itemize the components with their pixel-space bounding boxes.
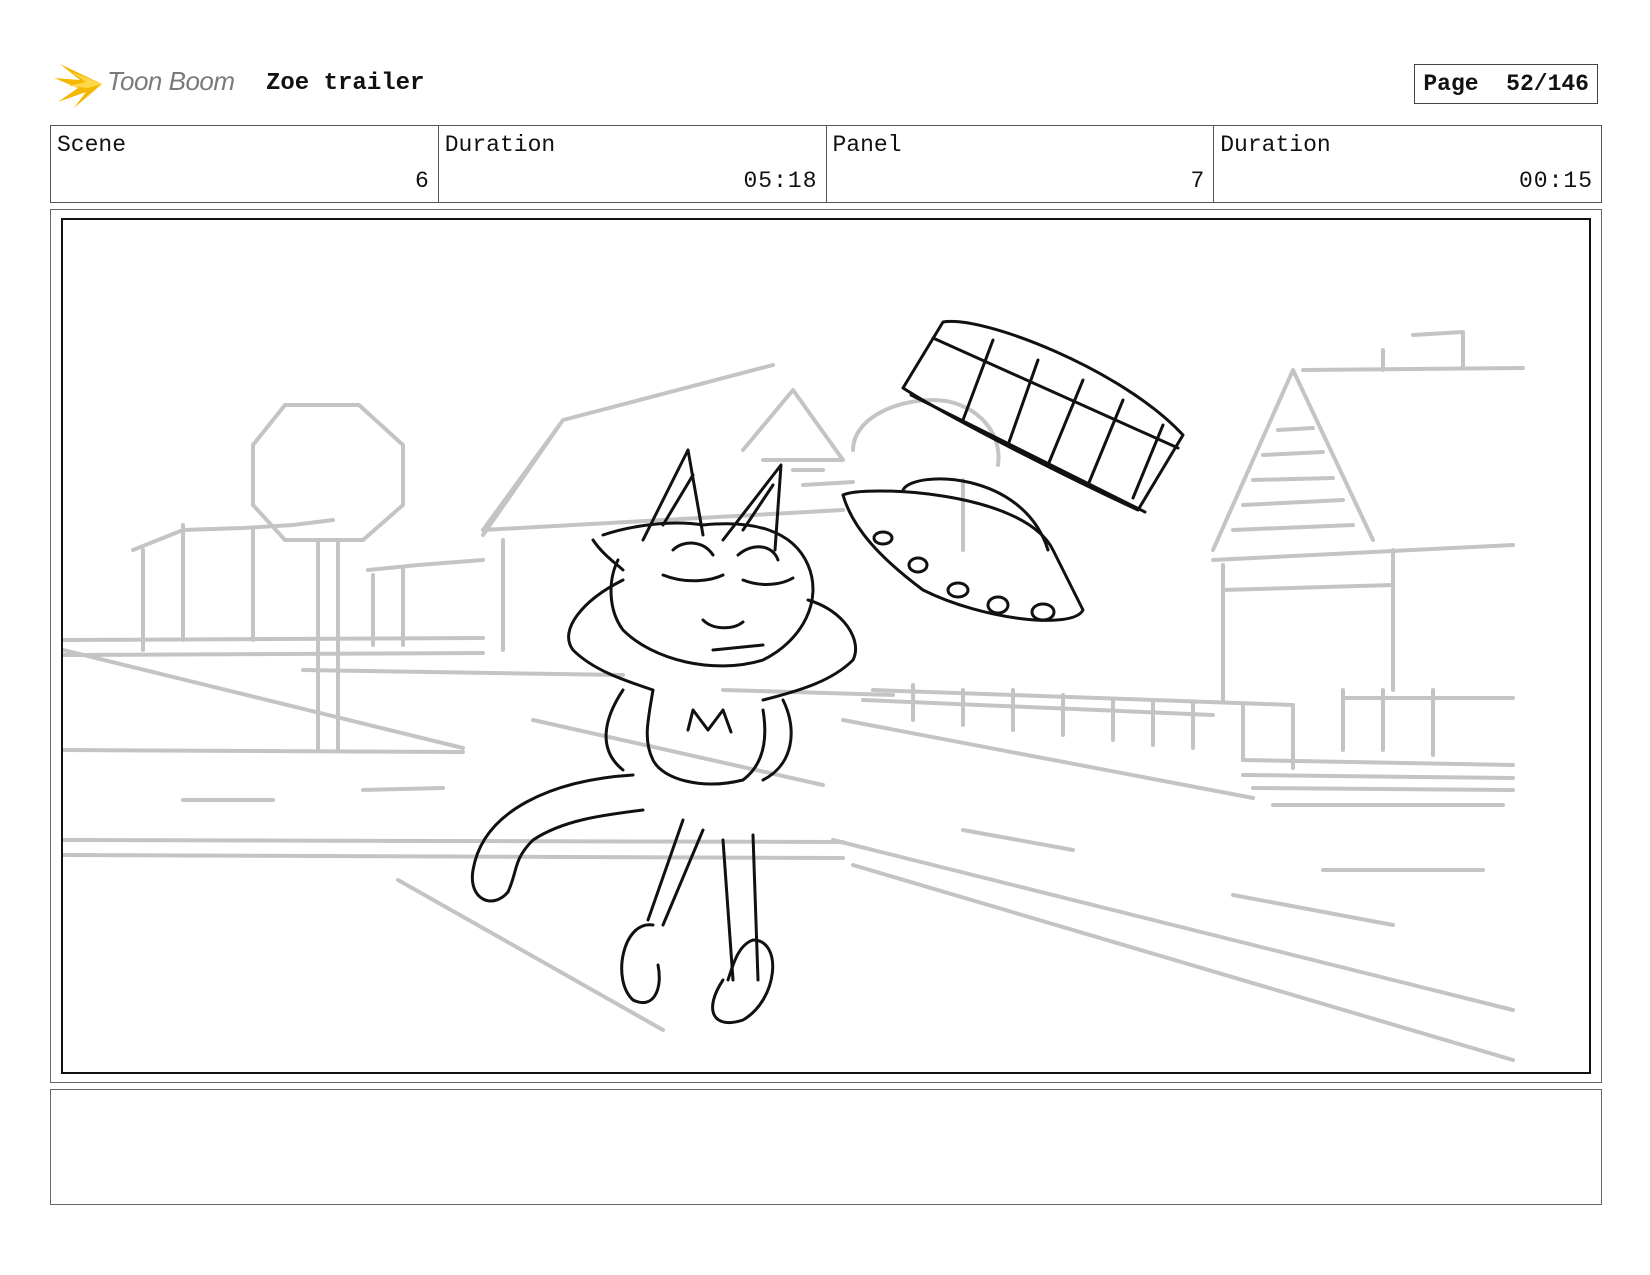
tree <box>851 398 1001 552</box>
page-indicator: Page 52/146 <box>1414 64 1598 104</box>
info-table: Scene 6 Duration 05:18 Panel 7 Duration … <box>50 125 1602 203</box>
scene-duration-label: Duration <box>444 132 556 158</box>
center-house <box>481 363 855 652</box>
foreground-sketch <box>470 319 1185 1025</box>
page-label: Page <box>1423 71 1479 97</box>
panel-label: Panel <box>832 132 902 158</box>
toon-boom-logo: Toon Boom <box>52 58 252 108</box>
right-house <box>1211 330 1525 702</box>
scene-duration-value: 05:18 <box>743 168 818 194</box>
panel-duration-cell: Duration 00:15 <box>1214 126 1601 202</box>
panel-cell: Panel 7 <box>827 126 1215 202</box>
logo-text: Toon Boom <box>107 66 235 96</box>
page-number: 52/146 <box>1506 71 1589 97</box>
header: Toon Boom Zoe trailer <box>52 58 1602 108</box>
burst-icon <box>54 64 102 108</box>
panel-value: 7 <box>1190 168 1206 194</box>
panel-frame <box>50 209 1602 1083</box>
panel-duration-value: 00:15 <box>1518 168 1593 194</box>
scene-duration-cell: Duration 05:18 <box>439 126 827 202</box>
notes-area <box>50 1089 1602 1205</box>
scene-cell: Scene 6 <box>51 126 439 202</box>
cat-character <box>470 448 858 1025</box>
storyboard-panel <box>61 218 1591 1074</box>
saucer-dome <box>901 319 1185 514</box>
panel-sketch <box>63 319 1525 1062</box>
shirt-m-logo <box>686 708 733 734</box>
road-lines <box>396 718 1515 1062</box>
horizon-lines <box>63 636 1215 860</box>
panel-duration-label: Duration <box>1220 132 1331 158</box>
background-sketch <box>63 330 1525 1062</box>
fence <box>871 683 1515 770</box>
scene-value: 6 <box>414 168 430 194</box>
document-title: Zoe trailer <box>266 70 425 97</box>
scene-label: Scene <box>57 132 127 158</box>
